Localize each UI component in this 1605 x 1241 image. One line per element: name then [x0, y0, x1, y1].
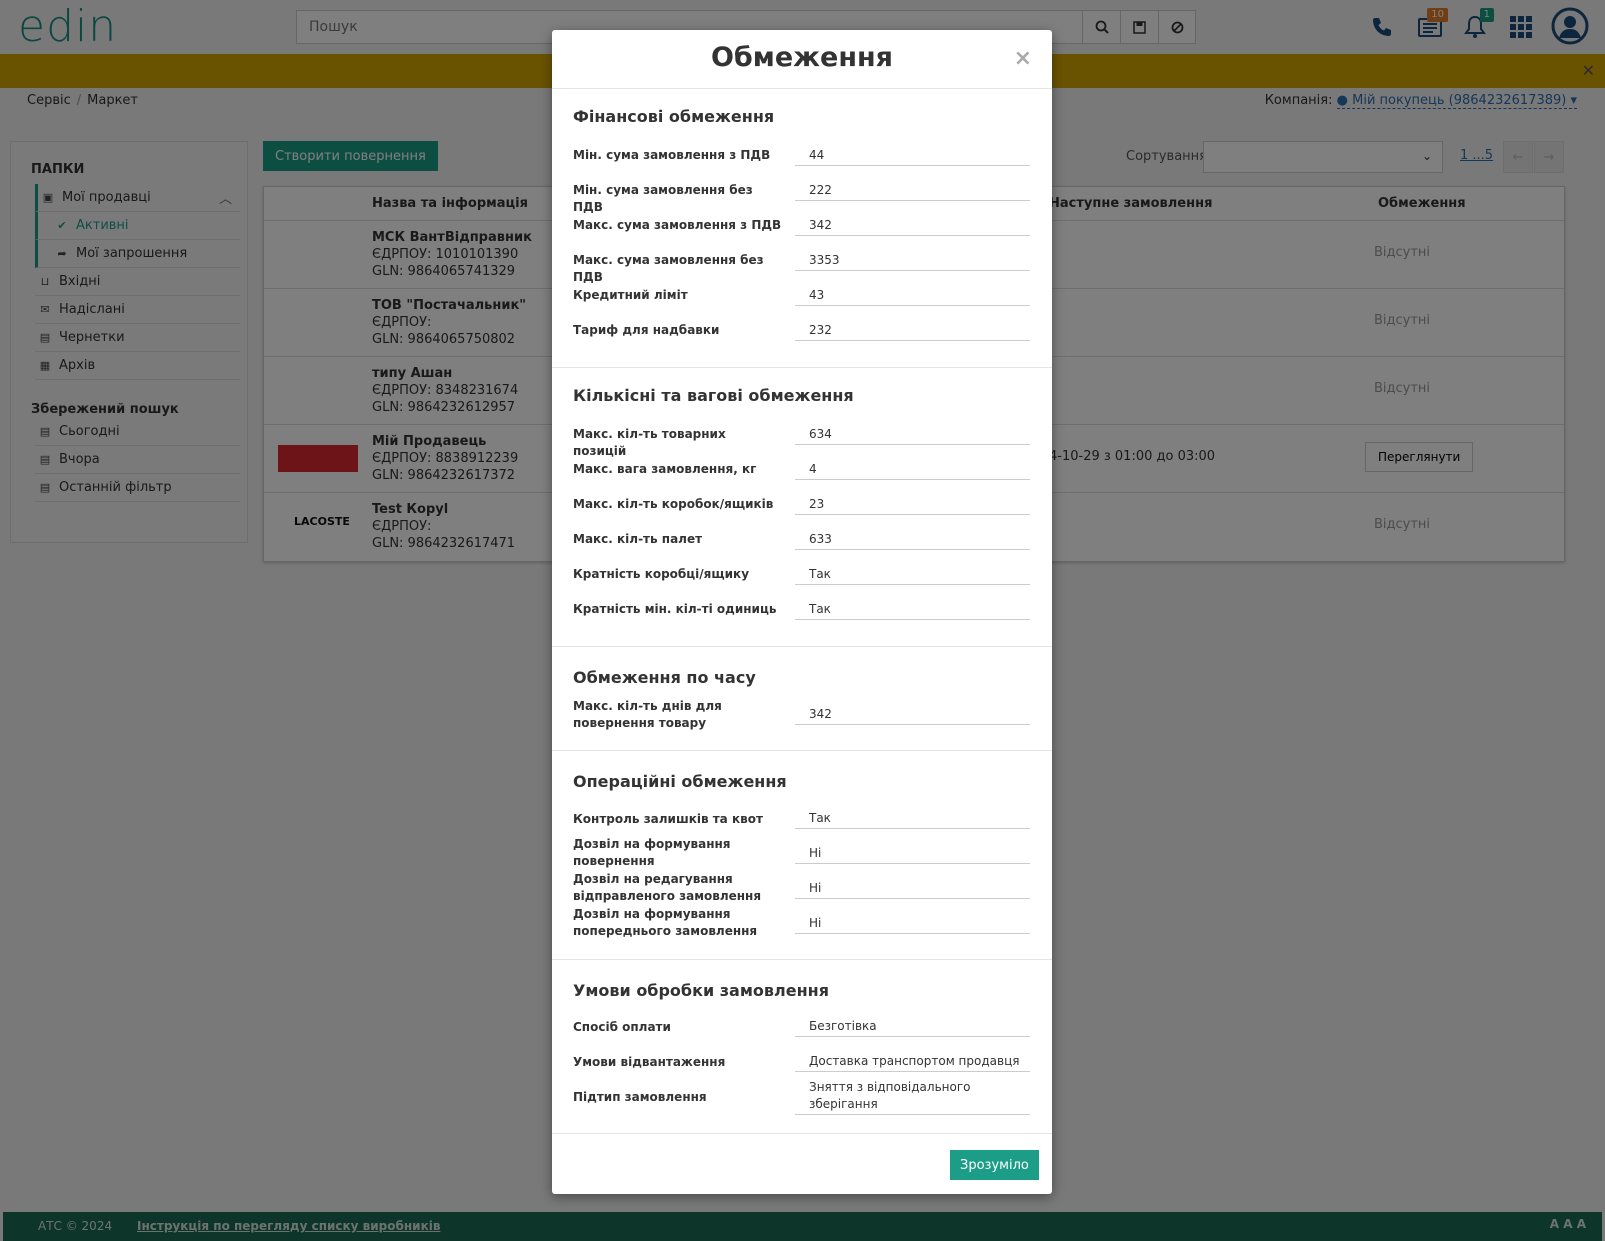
field-label: Макс. кіл-ть палет: [573, 532, 703, 546]
field-label: Тариф для надбавки: [573, 323, 720, 337]
field-label: Підтип замовлення: [573, 1090, 707, 1104]
field-value: 342: [795, 706, 1030, 725]
field-value: 43: [795, 287, 1030, 306]
field-value: Доставка транспортом продавця: [795, 1053, 1030, 1072]
field-label: Контроль залишків та квот: [573, 812, 763, 826]
field-value: 4: [795, 461, 1030, 480]
field-label: Дозвіл на формування попереднього замовл…: [573, 907, 758, 938]
field-value: 633: [795, 531, 1030, 550]
field-label: Дозвіл на формування повернення: [573, 837, 731, 868]
field-value: 3353: [795, 252, 1030, 271]
field-value: 342: [795, 217, 1030, 236]
field-label: Кредитний ліміт: [573, 288, 688, 302]
limits-modal: Обмеження × Фінансові обмеження Мін. сум…: [552, 30, 1052, 1194]
field-value: 44: [795, 147, 1030, 166]
field-value: 23: [795, 496, 1030, 515]
section-title-quantity: Кількісні та вагові обмеження: [573, 386, 854, 405]
modal-title: Обмеження: [710, 42, 893, 73]
field-label: Мін. сума замовлення з ПДВ: [573, 148, 771, 162]
section-title-operational: Операційні обмеження: [573, 772, 787, 791]
field-label: Макс. кіл-ть днів для повернення товару: [573, 699, 722, 730]
field-value: Ні: [795, 845, 1030, 864]
field-label: Макс. кіл-ть товарних позицій: [573, 427, 726, 458]
section-title-time: Обмеження по часу: [573, 668, 756, 687]
section-divider: [552, 750, 1052, 751]
field-value: Ні: [795, 915, 1030, 934]
field-value: 634: [795, 426, 1030, 445]
field-label: Мін. сума замовлення без ПДВ: [573, 183, 753, 214]
field-value: 222: [795, 182, 1030, 201]
section-title-processing: Умови обробки замовлення: [573, 981, 829, 1000]
field-value: Так: [795, 566, 1030, 585]
field-label: Кратність коробці/ящику: [573, 567, 750, 581]
field-label: Макс. сума замовлення з ПДВ: [573, 218, 782, 232]
section-divider: [552, 367, 1052, 368]
field-label: Макс. кіл-ть коробок/ящиків: [573, 497, 774, 511]
field-label: Спосіб оплати: [573, 1020, 671, 1034]
understood-button[interactable]: Зрозуміло: [950, 1150, 1039, 1180]
field-label: Макс. сума замовлення без ПДВ: [573, 253, 764, 284]
section-divider: [552, 959, 1052, 960]
field-label: Кратність мін. кіл-ті одиниць: [573, 602, 777, 616]
section-title-financial: Фінансові обмеження: [573, 107, 775, 126]
field-value: Безготівка: [795, 1018, 1030, 1037]
field-value: 232: [795, 322, 1030, 341]
section-divider: [552, 646, 1052, 647]
modal-header: Обмеження ×: [552, 30, 1052, 89]
field-label: Умови відвантаження: [573, 1055, 726, 1069]
field-label: Макс. вага замовлення, кг: [573, 462, 757, 476]
close-icon[interactable]: ×: [1014, 46, 1032, 71]
field-label: Дозвіл на редагування відправленого замо…: [573, 872, 762, 903]
field-value: Зняття з відповідального зберігання: [795, 1079, 1030, 1115]
section-divider: [552, 1133, 1052, 1134]
field-value: Так: [795, 601, 1030, 620]
field-value: Ні: [795, 880, 1030, 899]
field-value: Так: [795, 810, 1030, 829]
